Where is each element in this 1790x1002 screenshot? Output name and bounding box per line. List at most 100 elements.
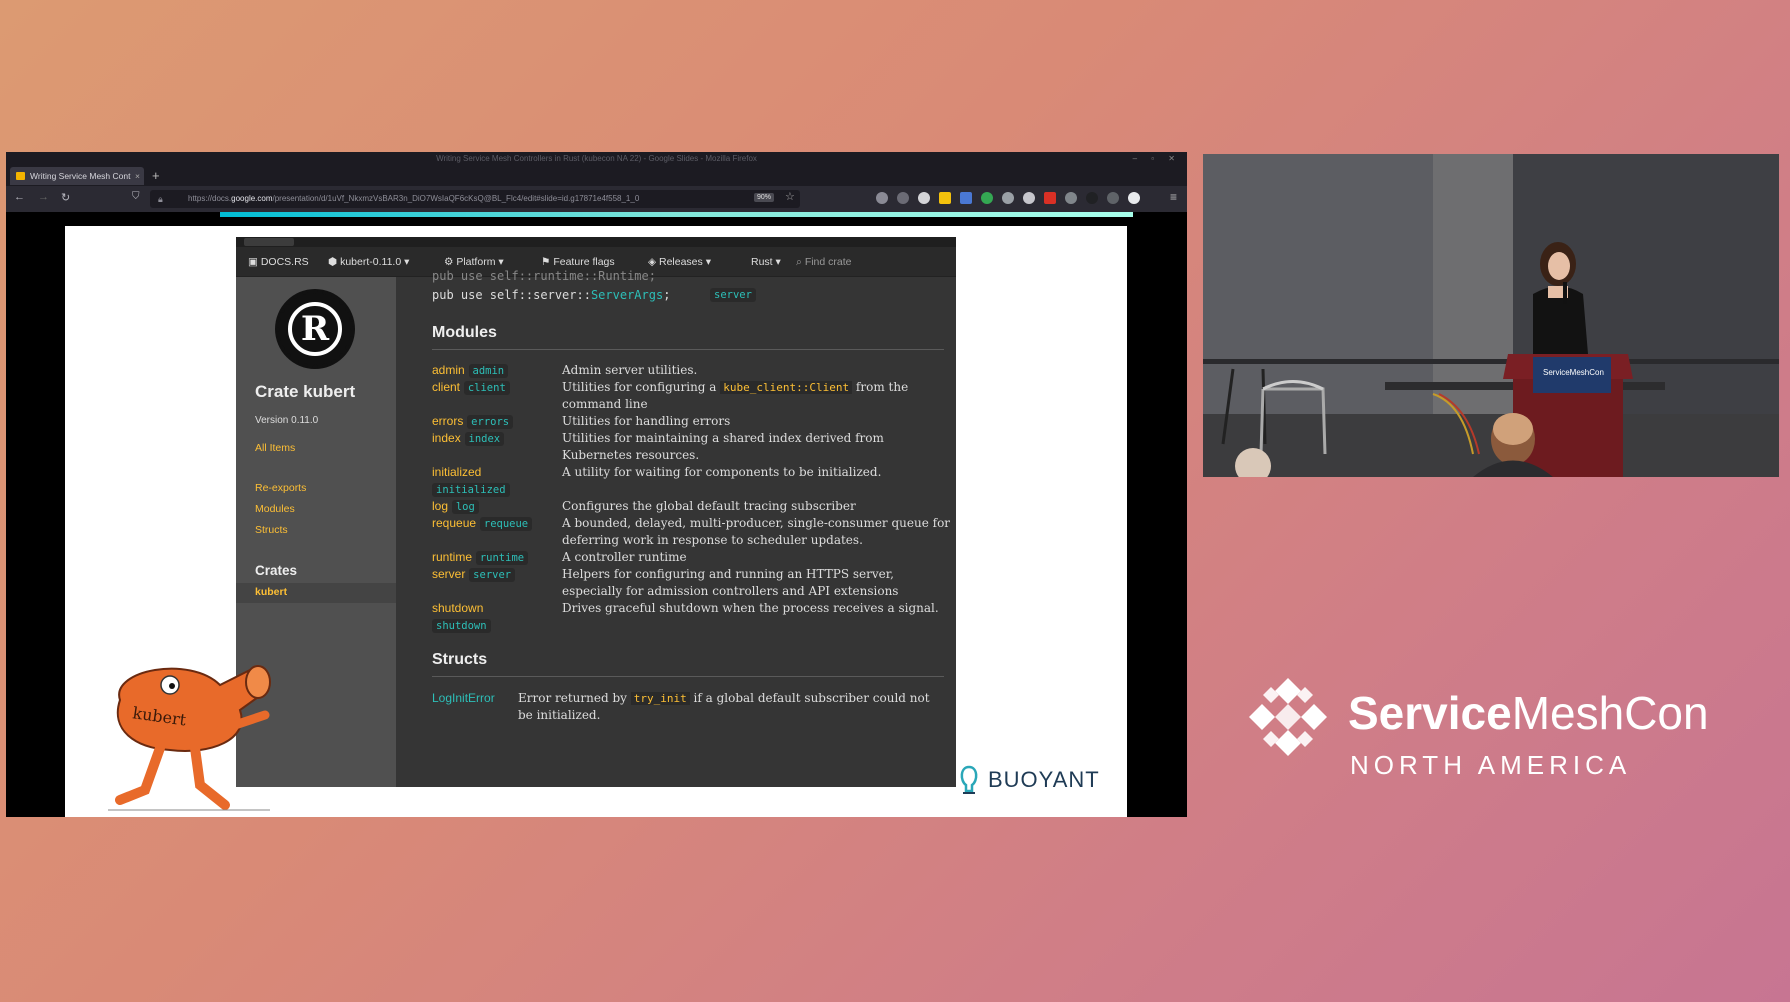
module-description: Utilities for handling errors <box>562 414 731 428</box>
kubert-mascot: kubert <box>108 665 271 811</box>
extension-icon[interactable] <box>1044 192 1056 204</box>
all-items-link[interactable]: All Items <box>255 442 295 454</box>
menu-icon[interactable]: ≡ <box>1170 190 1177 204</box>
reload-icon[interactable]: ↻ <box>61 191 70 204</box>
account-icon[interactable] <box>1128 192 1140 204</box>
module-link[interactable]: initialized <box>432 465 481 479</box>
module-link[interactable]: errors <box>432 414 463 428</box>
reexport-line: pub use self::server::ServerArgs; <box>432 288 671 302</box>
crates-heading: Crates <box>255 563 298 578</box>
slides-toolbar-strip <box>220 212 1133 217</box>
rust-menu[interactable]: Rust ▾ <box>751 256 781 268</box>
extension-icon[interactable] <box>981 192 993 204</box>
window-title: Writing Service Mesh Controllers in Rust… <box>436 154 757 163</box>
module-link[interactable]: index <box>432 431 461 445</box>
feature-badge: server <box>710 288 756 302</box>
servicemeshcon-logo-icon <box>1249 678 1327 756</box>
new-tab-button[interactable]: + <box>152 166 160 186</box>
module-link[interactable]: client <box>432 380 460 394</box>
forward-icon[interactable]: → <box>38 191 49 203</box>
divider <box>432 676 944 677</box>
browser-tab[interactable]: Writing Service Mesh Cont × <box>10 167 144 185</box>
sidebar-item-kubert[interactable]: kubert <box>236 583 396 603</box>
modules-heading: Modules <box>432 324 497 341</box>
releases-menu[interactable]: ◈ Releases ▾ <box>648 256 711 268</box>
url-prefix: https://docs. <box>188 194 232 203</box>
extension-icon[interactable] <box>918 192 930 204</box>
shield-icon[interactable]: ⛉ <box>132 191 140 202</box>
navigation-bar: ← → ↻ ⛉ 🔒︎ https://docs.google.com/prese… <box>6 186 1187 212</box>
package-icon: ⬢ <box>328 256 341 268</box>
extension-icon[interactable] <box>960 192 972 204</box>
feature-chip: initialized <box>432 483 510 497</box>
close-tab-icon[interactable]: × <box>135 167 140 185</box>
sidebar-link-modules[interactable]: Modules <box>255 503 295 515</box>
extension-icon[interactable] <box>1086 192 1098 204</box>
podium-sign: ServiceMeshCon <box>1543 368 1604 377</box>
crate-version-menu[interactable]: ⬢ kubert-0.11.0 ▾ <box>328 256 409 268</box>
zoom-level[interactable]: 90% <box>754 193 775 202</box>
module-description: Helpers for configuring and running an H… <box>562 567 899 598</box>
feature-flags-link[interactable]: ⚑ Feature flags <box>541 256 615 268</box>
speaker-camera-feed: ServiceMeshCon <box>1203 154 1779 477</box>
extension-icons <box>876 192 1140 204</box>
cube-icon: ◈ <box>648 256 659 268</box>
module-link[interactable]: server <box>432 567 465 581</box>
find-crate-search[interactable]: ⌕ Find crate <box>796 256 852 269</box>
tab-bar: Writing Service Mesh Cont × + <box>6 166 1187 186</box>
crate-version: Version 0.11.0 <box>255 415 319 426</box>
buoyant-logo: BUOYANT <box>958 765 1100 795</box>
buoy-icon <box>960 765 978 794</box>
flag-icon: ⚑ <box>541 256 554 268</box>
module-description: Configures the global default tracing su… <box>562 499 856 513</box>
feature-chip: client <box>463 381 510 395</box>
feature-chip: log <box>451 500 479 514</box>
module-link[interactable]: admin <box>432 363 465 377</box>
window-controls[interactable]: – ▫ ✕ <box>1133 152 1181 166</box>
divider <box>432 349 944 350</box>
pocket-icon[interactable] <box>876 192 888 204</box>
kube-client-link[interactable]: kube_client::Client <box>720 381 853 394</box>
docs-rs-logo[interactable]: ▣ DOCS.RS <box>248 256 309 268</box>
lock-icon: 🔒︎ <box>158 194 163 204</box>
address-bar[interactable]: 🔒︎ https://docs.google.com/presentation/… <box>150 190 800 208</box>
reexport-line-partial: pub use self::runtime::Runtime; <box>432 269 656 283</box>
slides-favicon-icon <box>16 172 25 180</box>
feature-chip: requeue <box>479 517 533 531</box>
event-region: NORTH AMERICA <box>1350 750 1632 780</box>
sidebar-link-structs[interactable]: Structs <box>255 524 288 536</box>
module-description: A utility for waiting for components to … <box>562 465 882 479</box>
platform-menu[interactable]: ⚙ Platform ▾ <box>444 256 504 268</box>
module-link[interactable]: runtime <box>432 550 472 564</box>
docs-rs-screenshot: ▣ DOCS.RS ⬢ kubert-0.11.0 ▾ ⚙ Platform ▾… <box>236 237 956 787</box>
back-icon[interactable]: ← <box>14 191 25 203</box>
module-description: Utilities for configuring a kube_client:… <box>562 380 909 411</box>
feature-chip: admin <box>468 364 509 378</box>
url-host: google.com <box>231 194 273 203</box>
extension-icon[interactable] <box>1002 192 1014 204</box>
feature-chip: server <box>469 568 516 582</box>
bookmark-star-icon[interactable]: ☆ <box>785 190 795 203</box>
rust-logo[interactable]: R <box>275 289 355 369</box>
cube-icon: ▣ <box>248 256 261 268</box>
docs-browser-chrome <box>236 237 956 247</box>
extension-icon[interactable] <box>939 192 951 204</box>
tab-title: Writing Service Mesh Cont <box>30 171 131 181</box>
module-link[interactable]: shutdown <box>432 601 483 615</box>
struct-description: Error returned by try_init if a global d… <box>518 691 930 722</box>
search-icon: ⌕ <box>796 256 805 268</box>
struct-link[interactable]: LogInitError <box>432 691 495 705</box>
feature-chip: index <box>464 432 505 446</box>
sidebar-link-reexports[interactable]: Re-exports <box>255 482 306 494</box>
try-init-link[interactable]: try_init <box>630 692 690 705</box>
module-link[interactable]: requeue <box>432 516 476 530</box>
feature-chip: runtime <box>475 551 529 565</box>
module-link[interactable]: log <box>432 499 448 513</box>
buoyant-wordmark: BUOYANT <box>988 767 1100 792</box>
mini-tab <box>244 238 294 246</box>
extension-icon[interactable] <box>1023 192 1035 204</box>
extension-icon[interactable] <box>1107 192 1119 204</box>
extension-icon[interactable] <box>897 192 909 204</box>
serverargs-link[interactable]: ServerArgs <box>591 288 663 302</box>
extension-icon[interactable] <box>1065 192 1077 204</box>
